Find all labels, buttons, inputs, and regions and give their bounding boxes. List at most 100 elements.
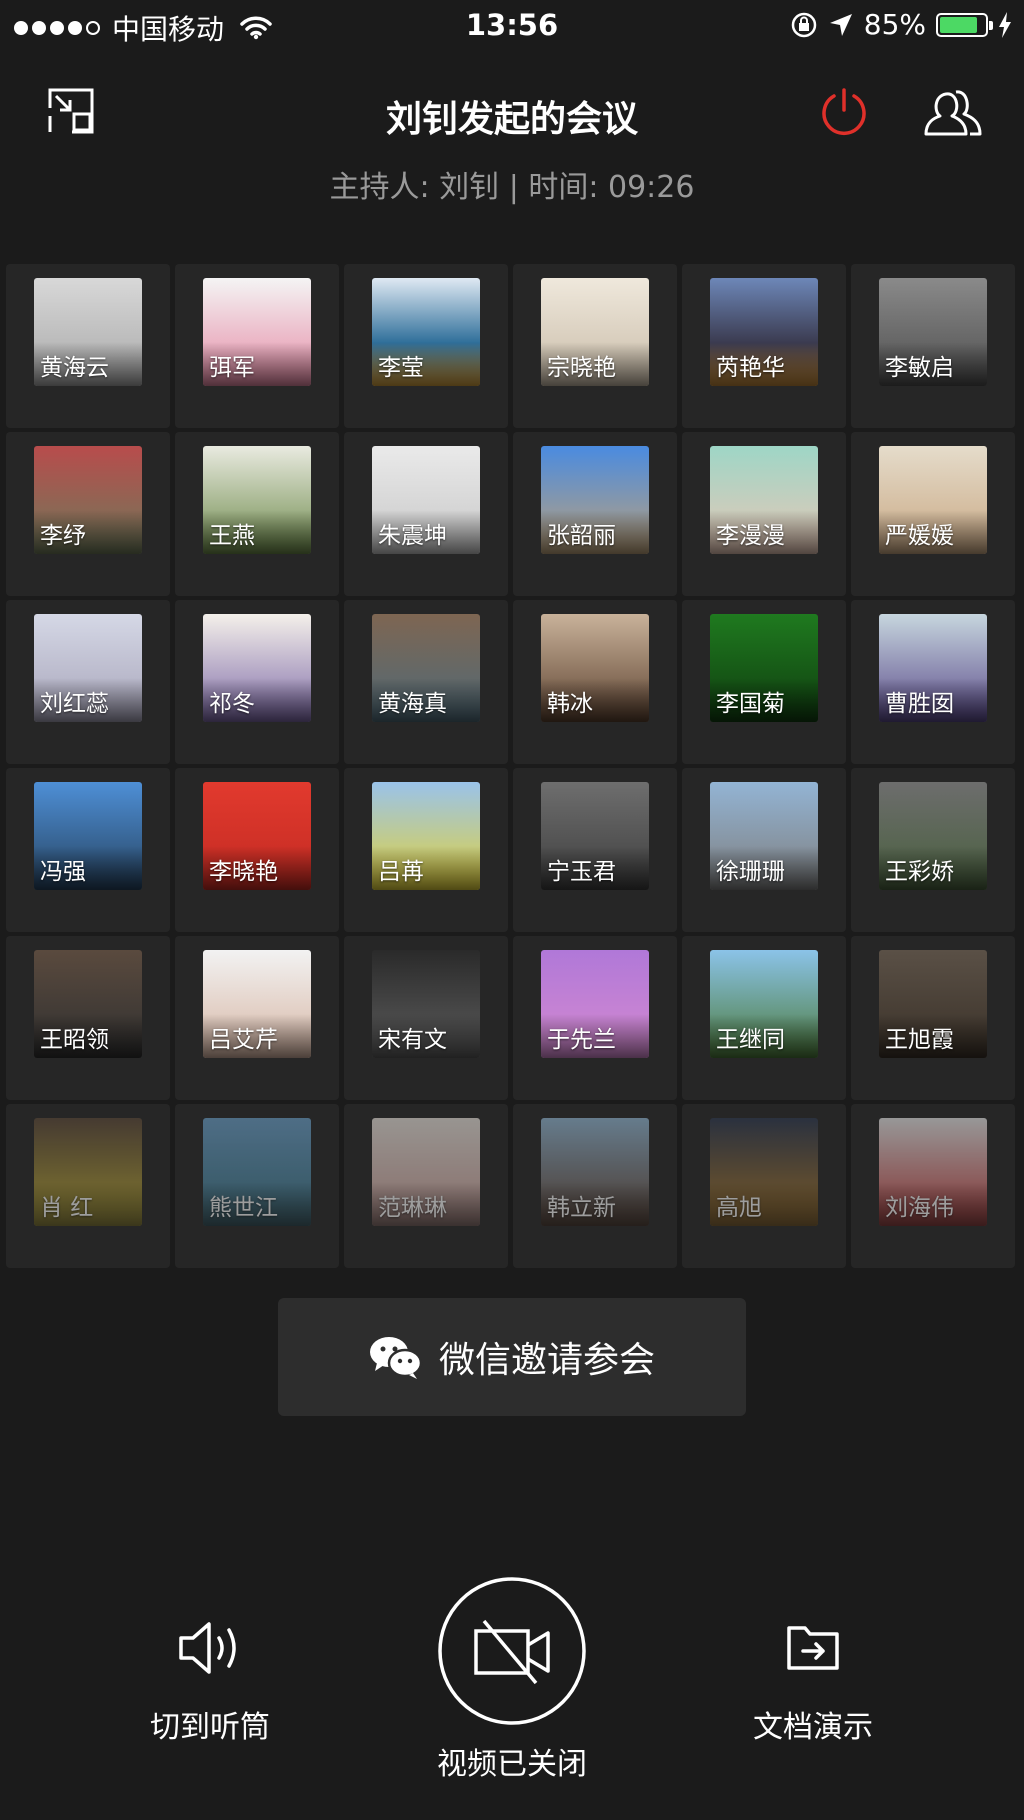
avatar: 黄海云 bbox=[34, 278, 142, 386]
avatar: 王彩娇 bbox=[879, 782, 987, 890]
participant-tile[interactable]: 肖 红 bbox=[6, 1104, 170, 1268]
wechat-icon bbox=[369, 1337, 423, 1379]
document-present-button[interactable]: 文档演示 bbox=[733, 1618, 893, 1746]
participant-tile[interactable]: 弭军 bbox=[175, 264, 339, 428]
participant-name: 黄海云 bbox=[40, 355, 109, 381]
participant-name: 熊世江 bbox=[209, 1195, 278, 1221]
participant-tile[interactable]: 于先兰 bbox=[513, 936, 677, 1100]
participant-tile[interactable]: 黄海真 bbox=[344, 600, 508, 764]
avatar: 宋有文 bbox=[372, 950, 480, 1058]
avatar: 李晓艳 bbox=[203, 782, 311, 890]
participant-name: 李纾 bbox=[40, 523, 86, 549]
participant-name: 李晓艳 bbox=[209, 859, 278, 885]
participant-tile[interactable]: 严媛媛 bbox=[851, 432, 1015, 596]
participant-name: 芮艳华 bbox=[716, 355, 785, 381]
participant-name: 冯强 bbox=[40, 859, 86, 885]
document-present-label: 文档演示 bbox=[753, 1710, 873, 1745]
participant-tile[interactable]: 宗晓艳 bbox=[513, 264, 677, 428]
participant-tile[interactable]: 冯强 bbox=[6, 768, 170, 932]
participant-tile[interactable]: 李纾 bbox=[6, 432, 170, 596]
participant-name: 弭军 bbox=[209, 355, 255, 381]
battery-icon bbox=[936, 12, 993, 37]
participant-name: 李莹 bbox=[378, 355, 424, 381]
avatar: 李纾 bbox=[34, 446, 142, 554]
participant-tile[interactable]: 刘红蕊 bbox=[6, 600, 170, 764]
avatar: 张韶丽 bbox=[541, 446, 649, 554]
participant-name: 高旭 bbox=[716, 1195, 762, 1221]
end-meeting-power-icon[interactable] bbox=[818, 86, 870, 138]
participant-tile[interactable]: 李莹 bbox=[344, 264, 508, 428]
avatar: 王燕 bbox=[203, 446, 311, 554]
switch-earpiece-label: 切到听筒 bbox=[150, 1710, 270, 1745]
participant-name: 王继同 bbox=[716, 1027, 785, 1053]
wechat-invite-label: 微信邀请参会 bbox=[438, 1340, 655, 1381]
participant-tile[interactable]: 李漫漫 bbox=[682, 432, 846, 596]
meeting-title: 刘钊发起的会议 bbox=[385, 99, 638, 140]
participant-tile[interactable]: 张韶丽 bbox=[513, 432, 677, 596]
participant-tile[interactable]: 祁冬 bbox=[175, 600, 339, 764]
participant-tile[interactable]: 吕苒 bbox=[344, 768, 508, 932]
avatar: 刘海伟 bbox=[879, 1118, 987, 1226]
participant-tile[interactable]: 李敏启 bbox=[851, 264, 1015, 428]
participant-tile[interactable]: 范琳琳 bbox=[344, 1104, 508, 1268]
participant-tile[interactable]: 王继同 bbox=[682, 936, 846, 1100]
avatar: 宁玉君 bbox=[541, 782, 649, 890]
avatar: 黄海真 bbox=[372, 614, 480, 722]
meeting-header: 刘钊发起的会议 主持人: 刘钊 | 时间: 09:26 bbox=[0, 60, 1024, 205]
video-toggle-label: 视频已关闭 bbox=[437, 1747, 587, 1782]
location-arrow-icon bbox=[829, 13, 852, 36]
participant-tile[interactable]: 李国菊 bbox=[682, 600, 846, 764]
participant-tile[interactable]: 韩冰 bbox=[513, 600, 677, 764]
participant-tile[interactable]: 韩立新 bbox=[513, 1104, 677, 1268]
avatar: 韩立新 bbox=[541, 1118, 649, 1226]
participant-name: 吕苒 bbox=[378, 859, 424, 885]
participant-tile[interactable]: 王昭领 bbox=[6, 936, 170, 1100]
participant-name: 宗晓艳 bbox=[547, 355, 616, 381]
participant-name: 刘红蕊 bbox=[40, 691, 109, 717]
participant-tile[interactable]: 朱震坤 bbox=[344, 432, 508, 596]
avatar: 朱震坤 bbox=[372, 446, 480, 554]
participant-tile[interactable]: 徐珊珊 bbox=[682, 768, 846, 932]
participant-tile[interactable]: 熊世江 bbox=[175, 1104, 339, 1268]
participant-name: 王彩娇 bbox=[885, 859, 954, 885]
avatar: 韩冰 bbox=[541, 614, 649, 722]
participant-tile[interactable]: 王彩娇 bbox=[851, 768, 1015, 932]
participant-name: 王昭领 bbox=[40, 1027, 109, 1053]
avatar: 宗晓艳 bbox=[541, 278, 649, 386]
avatar: 李敏启 bbox=[879, 278, 987, 386]
participant-name: 于先兰 bbox=[547, 1027, 616, 1053]
avatar: 王继同 bbox=[710, 950, 818, 1058]
avatar: 范琳琳 bbox=[372, 1118, 480, 1226]
avatar: 高旭 bbox=[710, 1118, 818, 1226]
participant-tile[interactable]: 李晓艳 bbox=[175, 768, 339, 932]
participant-tile[interactable]: 高旭 bbox=[682, 1104, 846, 1268]
participant-tile[interactable]: 王燕 bbox=[175, 432, 339, 596]
participant-tile[interactable]: 宋有文 bbox=[344, 936, 508, 1100]
switch-earpiece-button[interactable]: 切到听筒 bbox=[130, 1618, 290, 1746]
participant-name: 宁玉君 bbox=[547, 859, 616, 885]
participants-icon[interactable] bbox=[922, 86, 984, 138]
participant-tile[interactable]: 芮艳华 bbox=[682, 264, 846, 428]
participant-tile[interactable]: 吕艾芹 bbox=[175, 936, 339, 1100]
video-toggle-button[interactable]: 视频已关闭 bbox=[412, 1575, 612, 1783]
wechat-invite-button[interactable]: 微信邀请参会 bbox=[278, 1298, 746, 1416]
participant-name: 韩立新 bbox=[547, 1195, 616, 1221]
avatar: 李国菊 bbox=[710, 614, 818, 722]
participant-tile[interactable]: 宁玉君 bbox=[513, 768, 677, 932]
participant-tile[interactable]: 黄海云 bbox=[6, 264, 170, 428]
avatar: 曹胜囡 bbox=[879, 614, 987, 722]
speaker-icon bbox=[179, 1622, 236, 1674]
participant-tile[interactable]: 曹胜囡 bbox=[851, 600, 1015, 764]
avatar: 冯强 bbox=[34, 782, 142, 890]
avatar: 肖 红 bbox=[34, 1118, 142, 1226]
participant-name: 范琳琳 bbox=[378, 1195, 447, 1221]
avatar: 芮艳华 bbox=[710, 278, 818, 386]
participant-name: 徐珊珊 bbox=[716, 859, 785, 885]
participant-tile[interactable]: 王旭霞 bbox=[851, 936, 1015, 1100]
avatar: 王昭领 bbox=[34, 950, 142, 1058]
participant-name: 吕艾芹 bbox=[209, 1027, 278, 1053]
meeting-subtitle: 主持人: 刘钊 | 时间: 09:26 bbox=[329, 170, 695, 205]
avatar: 严媛媛 bbox=[879, 446, 987, 554]
participant-tile[interactable]: 刘海伟 bbox=[851, 1104, 1015, 1268]
status-bar: 中国移动 13:56 85% bbox=[0, 0, 1024, 52]
